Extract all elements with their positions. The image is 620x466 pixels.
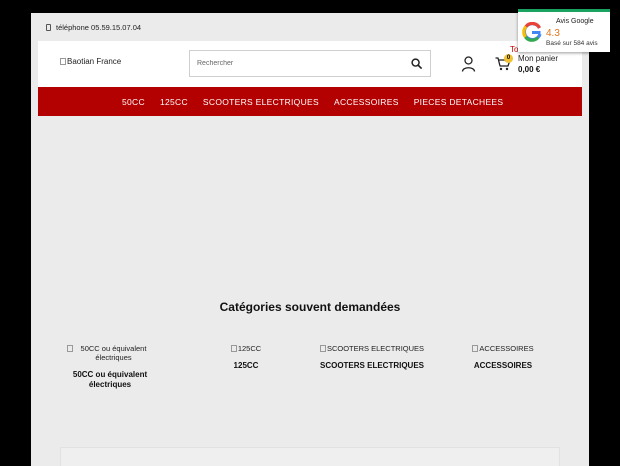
main-nav: 50CC 125CC SCOOTERS ELECTRIQUES ACCESSOI… xyxy=(38,87,582,116)
category-title[interactable]: ACCESSOIRES xyxy=(457,361,549,371)
category-card[interactable]: 50CC ou équivalent électriques 50CC ou é… xyxy=(55,344,165,390)
reviews-score: 4.3 xyxy=(546,28,560,39)
google-logo-icon xyxy=(522,22,542,42)
category-card[interactable]: 125CC 125CC xyxy=(199,344,293,371)
cart-total: 0,00 € xyxy=(518,65,541,74)
search-input[interactable] xyxy=(190,51,405,76)
header: Baotian France 0 Mon panier 0,00 € Tou xyxy=(38,41,582,88)
category-title[interactable]: 125CC xyxy=(199,361,293,371)
category-image-alt: SCOOTERS ELECTRIQUES xyxy=(326,344,425,353)
category-image-alt: 50CC ou équivalent électriques xyxy=(80,344,147,362)
phone-icon xyxy=(46,23,51,31)
broken-image-icon xyxy=(60,58,66,65)
reviews-count: Basé sur 584 avis xyxy=(546,40,598,47)
cart-count-badge: 0 xyxy=(504,54,513,63)
reviews-title: Avis Google xyxy=(556,18,594,25)
logo-alt-text: Baotian France xyxy=(67,57,122,66)
category-image[interactable]: 50CC ou équivalent électriques xyxy=(55,344,165,362)
user-icon[interactable] xyxy=(461,56,476,72)
categories-title: Catégories souvent demandées xyxy=(219,300,401,314)
nav-item-125cc[interactable]: 125CC xyxy=(160,97,188,107)
cart-label[interactable]: Mon panier xyxy=(518,54,558,63)
search-icon[interactable] xyxy=(411,58,422,69)
category-title[interactable]: SCOOTERS ELECTRIQUES xyxy=(311,361,433,371)
broken-image-icon xyxy=(230,345,237,352)
page: téléphone 05.59.15.07.04 Baotian France … xyxy=(31,13,589,466)
nav-item-scooters-electriques[interactable]: SCOOTERS ELECTRIQUES xyxy=(203,97,319,107)
broken-image-icon xyxy=(66,345,73,352)
google-reviews-widget[interactable]: Avis Google 4.3 Basé sur 584 avis xyxy=(518,9,610,52)
broken-image-icon xyxy=(319,345,326,352)
topbar: téléphone 05.59.15.07.04 xyxy=(31,13,589,41)
nav-item-pieces-detachees[interactable]: PIECES DETACHEES xyxy=(414,97,504,107)
category-card[interactable]: ACCESSOIRES ACCESSOIRES xyxy=(457,344,549,371)
category-image[interactable]: SCOOTERS ELECTRIQUES xyxy=(311,344,433,353)
category-image[interactable]: ACCESSOIRES xyxy=(457,344,549,353)
phone-label[interactable]: téléphone 05.59.15.07.04 xyxy=(56,23,141,32)
search-box xyxy=(189,50,431,77)
category-card[interactable]: SCOOTERS ELECTRIQUES SCOOTERS ELECTRIQUE… xyxy=(311,344,433,371)
category-title[interactable]: 50CC ou équivalent électriques xyxy=(55,370,165,390)
category-image-alt: ACCESSOIRES xyxy=(479,344,534,353)
category-image-alt: 125CC xyxy=(237,344,262,353)
category-image[interactable]: 125CC xyxy=(199,344,293,353)
logo[interactable]: Baotian France xyxy=(60,57,121,66)
content-box xyxy=(60,447,560,466)
broken-image-icon xyxy=(472,345,479,352)
nav-item-accessoires[interactable]: ACCESSOIRES xyxy=(334,97,399,107)
nav-item-50cc[interactable]: 50CC xyxy=(122,97,145,107)
